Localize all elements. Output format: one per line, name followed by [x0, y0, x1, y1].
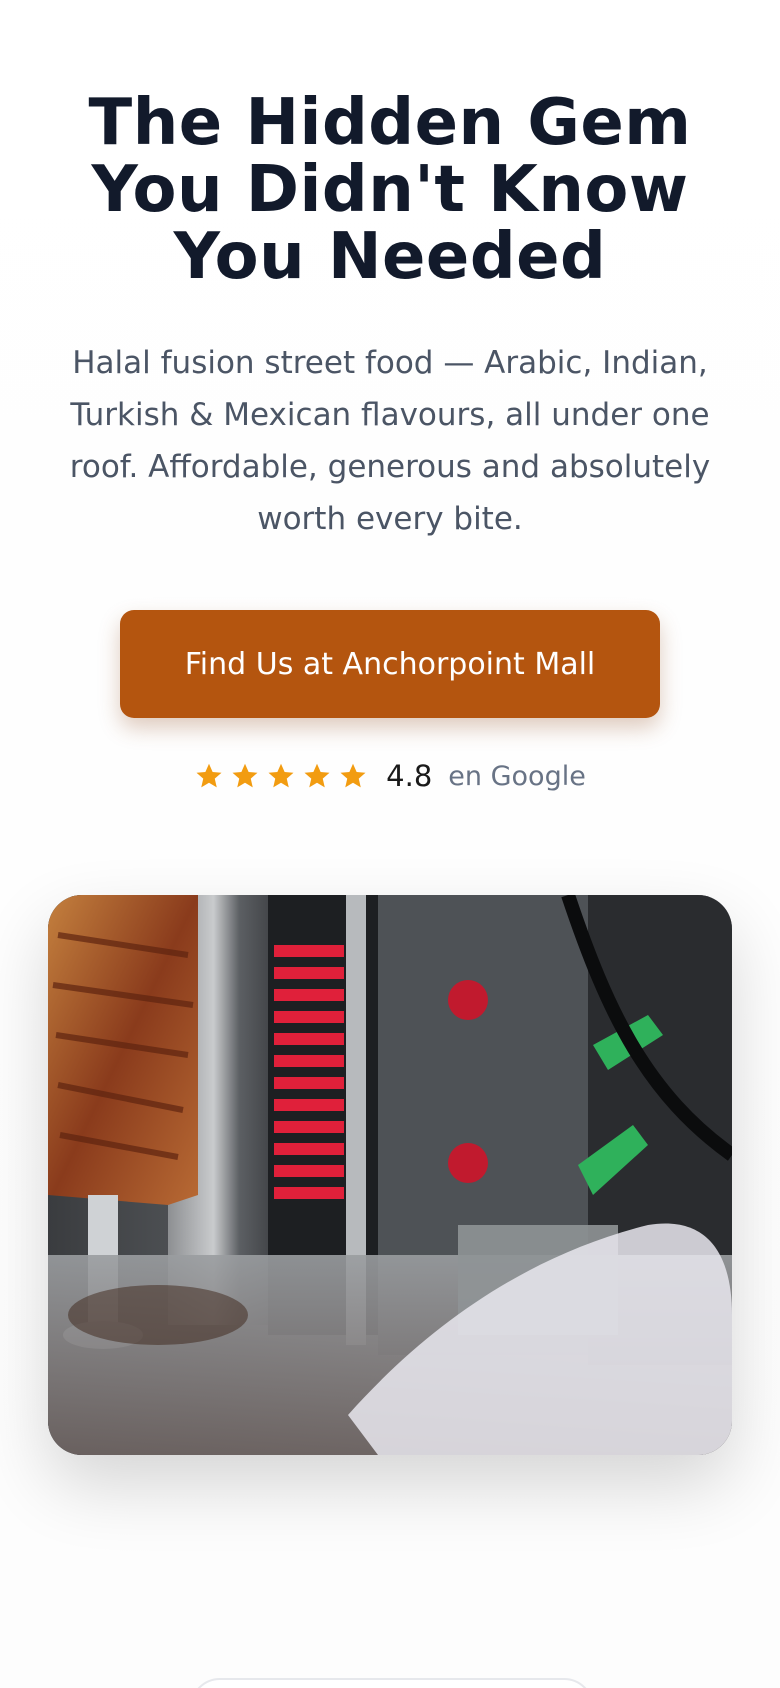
- rating-value: 4.8: [386, 759, 433, 793]
- next-section-pill: [190, 1678, 594, 1688]
- hero-title: The Hidden Gem You Didn't Know You Neede…: [88, 86, 692, 294]
- find-us-button[interactable]: Find Us at Anchorpoint Mall: [120, 610, 660, 718]
- food-video[interactable]: [48, 895, 732, 1455]
- star-icon: [340, 763, 366, 788]
- star-icon: [304, 763, 330, 788]
- star-icon: [196, 763, 222, 788]
- star-icon: [232, 763, 258, 788]
- rating-stars: [194, 761, 368, 791]
- star-icon: [268, 763, 294, 788]
- shawarma-grill-image: [48, 895, 732, 1455]
- find-us-button-label: Find Us at Anchorpoint Mall: [184, 646, 596, 682]
- google-rating: 4.8 en Google: [0, 752, 780, 800]
- landing-page: The Hidden Gem You Didn't Know You Neede…: [0, 0, 780, 1688]
- rating-source: en Google: [448, 760, 586, 792]
- hero-subtitle: Halal fusion street food — Arabic, India…: [69, 345, 711, 537]
